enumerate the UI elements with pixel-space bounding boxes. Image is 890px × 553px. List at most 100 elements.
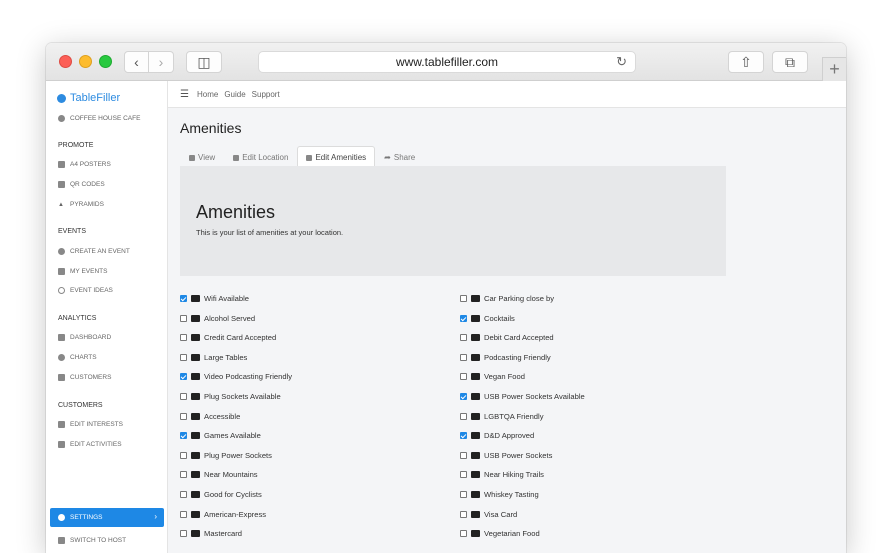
- amenity-checkbox[interactable]: [180, 530, 187, 538]
- amenity-row[interactable]: Visa Card: [460, 510, 517, 519]
- amenity-row[interactable]: Wifi Available: [180, 294, 249, 303]
- amenity-row[interactable]: Podcasting Friendly: [460, 353, 551, 362]
- sidebar-item-edit-interests[interactable]: EDIT INTERESTS: [58, 421, 123, 428]
- amenity-checkbox[interactable]: [460, 393, 467, 400]
- amenity-checkbox[interactable]: [180, 334, 187, 342]
- amenity-checkbox[interactable]: [460, 432, 467, 440]
- amenity-row[interactable]: Near Mountains: [180, 470, 258, 479]
- hamburger-menu-icon[interactable]: ☰: [180, 89, 189, 100]
- amex-icon: [191, 510, 200, 518]
- sidebar-item-edit-activities[interactable]: EDIT ACTIVITIES: [58, 441, 122, 448]
- amenity-checkbox[interactable]: [180, 373, 187, 381]
- amenity-checkbox[interactable]: [460, 471, 467, 479]
- nav-link-support[interactable]: Support: [252, 90, 280, 99]
- amenity-checkbox[interactable]: [460, 353, 467, 361]
- amenity-checkbox[interactable]: [180, 393, 187, 400]
- amenity-row[interactable]: Games Available: [180, 431, 261, 440]
- sidebar-item-customers[interactable]: CUSTOMERS: [58, 374, 111, 381]
- amenity-checkbox[interactable]: [180, 451, 187, 459]
- amenity-row[interactable]: American-Express: [180, 510, 266, 519]
- zoom-window-button[interactable]: [99, 55, 112, 68]
- amenity-checkbox[interactable]: [460, 373, 467, 381]
- amenity-label: Vegan Food: [484, 372, 525, 382]
- amenity-row[interactable]: Car Parking close by: [460, 294, 554, 303]
- amenity-row[interactable]: Debit Card Accepted: [460, 333, 554, 342]
- address-bar[interactable]: www.tablefiller.com ↻: [258, 51, 636, 73]
- show-tabs-button[interactable]: ⧉: [772, 51, 808, 73]
- amenity-checkbox[interactable]: [460, 295, 467, 302]
- amenity-checkbox[interactable]: [460, 334, 467, 342]
- amenity-checkbox[interactable]: [180, 314, 187, 322]
- sidebar-item-a4-posters[interactable]: A4 POSTERS: [58, 161, 111, 168]
- amenity-row[interactable]: Credit Card Accepted: [180, 333, 276, 342]
- tab-edit-amenities[interactable]: Edit Amenities: [297, 146, 376, 168]
- amenity-row[interactable]: USB Power Sockets: [460, 451, 552, 460]
- tab-view[interactable]: View: [180, 146, 224, 168]
- sidebar-item-my-events[interactable]: MY EVENTS: [58, 268, 107, 275]
- amenity-row[interactable]: Cocktails: [460, 314, 515, 323]
- sidebar-item-event-ideas[interactable]: EVENT IDEAS: [58, 287, 113, 294]
- hiking-icon: [471, 471, 480, 479]
- amenity-label: Good for Cyclists: [204, 490, 262, 499]
- amenity-row[interactable]: Near Hiking Trails: [460, 470, 544, 479]
- reload-icon[interactable]: ↻: [616, 54, 627, 70]
- amenity-checkbox[interactable]: [460, 314, 467, 322]
- amenity-row[interactable]: Vegetarian Food: [460, 529, 540, 538]
- tab-share[interactable]: ➦ Share: [375, 146, 424, 168]
- amenity-row[interactable]: Video Podcasting Friendly: [180, 372, 292, 381]
- amenity-checkbox[interactable]: [460, 530, 467, 538]
- nav-link-home[interactable]: Home: [197, 90, 218, 99]
- amenity-checkbox[interactable]: [460, 412, 467, 420]
- back-button[interactable]: ‹: [124, 51, 149, 73]
- amenity-label: USB Power Sockets Available: [484, 392, 585, 401]
- sidebar-item-qr-codes[interactable]: QR CODES: [58, 181, 105, 188]
- tab-label: Share: [393, 153, 416, 162]
- amenity-checkbox[interactable]: [460, 491, 467, 498]
- sidebar-item-charts[interactable]: CHARTS: [58, 354, 97, 361]
- share-button[interactable]: ⇧: [728, 51, 764, 73]
- sidebar-item-pyramids[interactable]: ▲ PYRAMIDS: [58, 201, 104, 208]
- amenity-row[interactable]: D&D Approved: [460, 431, 534, 440]
- sidebar: TableFiller COFFEE HOUSE CAFE PROMOTE A4…: [46, 81, 168, 553]
- amenity-row[interactable]: Mastercard: [180, 529, 242, 538]
- gender-icon: [471, 412, 480, 420]
- sidebar-toggle-button[interactable]: ◫: [186, 51, 222, 73]
- tab-edit-location[interactable]: Edit Location: [224, 146, 297, 168]
- amenity-label: Cocktails: [484, 313, 515, 323]
- amenity-row[interactable]: Plug Power Sockets: [180, 451, 272, 460]
- venue-selector[interactable]: COFFEE HOUSE CAFE: [58, 115, 140, 122]
- amenity-row[interactable]: Alcohol Served: [180, 314, 255, 323]
- close-window-button[interactable]: [59, 55, 72, 68]
- amenity-checkbox[interactable]: [460, 510, 467, 518]
- amenity-checkbox[interactable]: [180, 353, 187, 361]
- new-tab-button[interactable]: +: [822, 57, 846, 81]
- gear-icon: [58, 514, 65, 521]
- amenity-checkbox[interactable]: [180, 295, 187, 302]
- amenity-row[interactable]: LGBTQA Friendly: [460, 412, 544, 421]
- amenity-row[interactable]: Vegan Food: [460, 372, 525, 381]
- brand[interactable]: TableFiller: [57, 92, 120, 104]
- usb-icon: [471, 393, 480, 400]
- amenity-row[interactable]: Plug Sockets Available: [180, 392, 281, 401]
- amenity-checkbox[interactable]: [180, 491, 187, 498]
- amenity-checkbox[interactable]: [180, 432, 187, 440]
- amenity-row[interactable]: Whiskey Tasting: [460, 490, 539, 499]
- sidebar-item-settings[interactable]: SETTINGS ›: [50, 508, 164, 527]
- amenity-row[interactable]: Accessible: [180, 412, 240, 421]
- nav-link-guide[interactable]: Guide: [224, 90, 245, 99]
- amenity-checkbox[interactable]: [180, 471, 187, 479]
- pie-chart-icon: [58, 354, 65, 361]
- sidebar-item-create-event[interactable]: CREATE AN EVENT: [58, 248, 130, 255]
- amenity-checkbox[interactable]: [180, 412, 187, 420]
- sidebar-item-dashboard[interactable]: DASHBOARD: [58, 334, 111, 341]
- forward-button[interactable]: ›: [149, 51, 174, 73]
- glass-icon: [471, 491, 480, 498]
- amenity-checkbox[interactable]: [460, 451, 467, 459]
- amenity-checkbox[interactable]: [180, 510, 187, 518]
- amenity-row[interactable]: USB Power Sockets Available: [460, 392, 585, 401]
- amenity-row[interactable]: Large Tables: [180, 353, 247, 362]
- amenity-row[interactable]: Good for Cyclists: [180, 490, 262, 499]
- carrot-icon: [471, 373, 480, 381]
- minimize-window-button[interactable]: [79, 55, 92, 68]
- qr-code-icon: [58, 181, 65, 188]
